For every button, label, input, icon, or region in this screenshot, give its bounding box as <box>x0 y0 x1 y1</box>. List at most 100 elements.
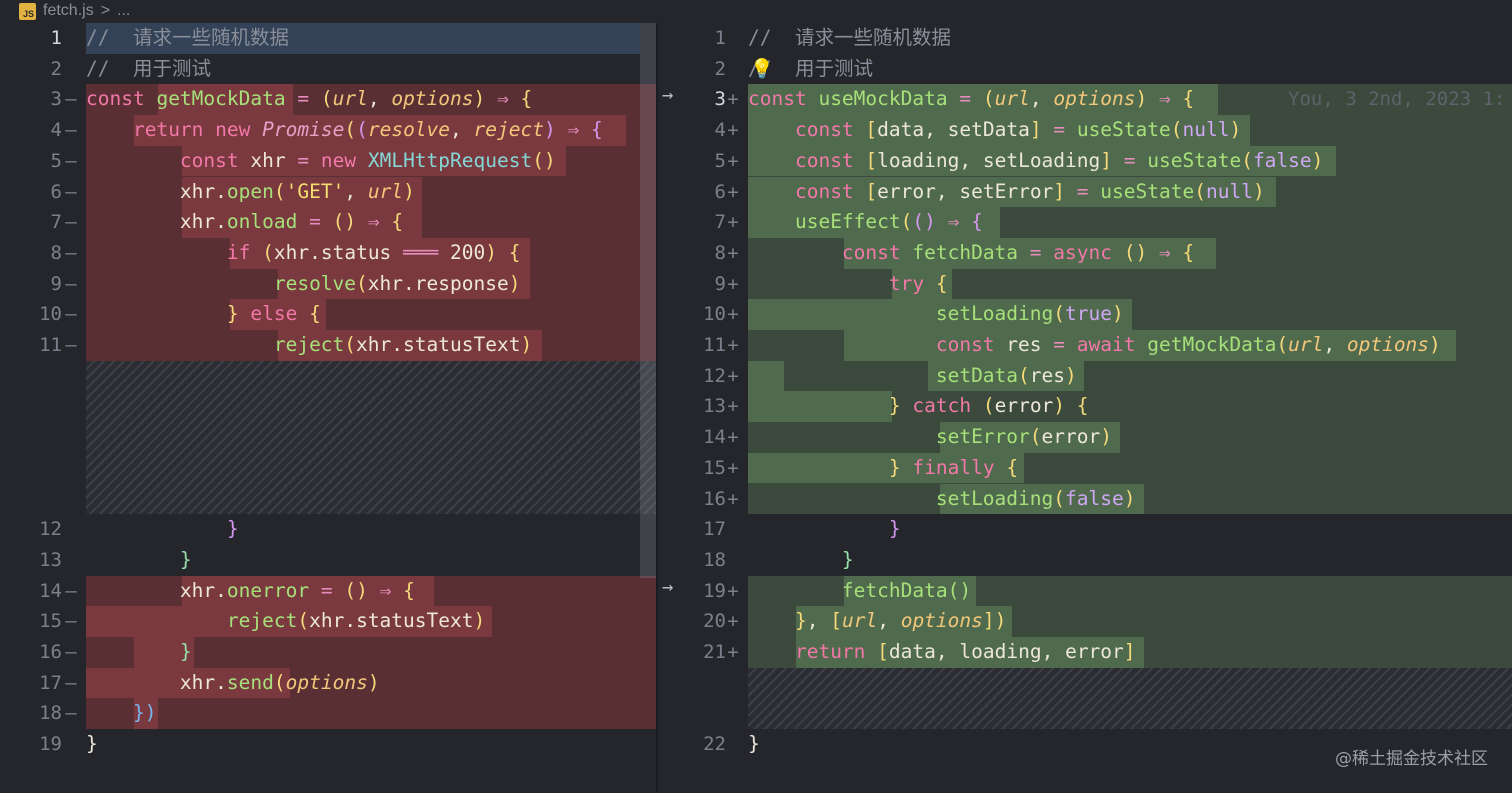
code-text[interactable]: return new Promise((resolve, reject) ⇒ { <box>86 115 603 146</box>
diff-marker: — <box>65 88 77 111</box>
code-line-added[interactable]: 6 + const [error, setError] = useState(nu… <box>658 177 1512 208</box>
code-line-deleted[interactable]: 18— }) <box>0 698 656 729</box>
code-line-deleted[interactable]: 11— reject(xhr.statusText) <box>0 330 656 361</box>
code-line-deleted[interactable]: 7— xhr.onload = () ⇒ { <box>0 207 656 238</box>
code-text[interactable]: useEffect(() ⇒ { <box>748 207 983 238</box>
code-line-added[interactable]: 8 + const fetchData = async () ⇒ { <box>658 238 1512 269</box>
code-line-added[interactable]: 15 + } finally { <box>658 453 1512 484</box>
code-text[interactable]: }, [url, options]) <box>748 606 1006 637</box>
code-text[interactable]: xhr.send(options) <box>86 668 380 699</box>
code-text[interactable]: // 请求一些随机数据 <box>86 23 289 54</box>
code-line-deleted[interactable]: 14— xhr.onerror = () ⇒ { <box>0 576 656 607</box>
lightbulb-icon[interactable]: 💡 <box>750 54 774 85</box>
code-text[interactable]: reject(xhr.statusText) <box>86 606 485 637</box>
line-number: 1 <box>714 27 726 49</box>
line-number: 15 <box>703 456 726 479</box>
code-text[interactable]: const xhr = new XMLHttpRequest() <box>86 146 556 177</box>
diff-marker: — <box>65 180 77 203</box>
code-text[interactable]: } <box>748 729 760 760</box>
code-line-added[interactable]: 10 + setLoading(true) <box>658 299 1512 330</box>
code-line-added[interactable]: 14 + setError(error) <box>658 422 1512 453</box>
code-text[interactable]: if (xhr.status ═══ 200) { <box>86 238 521 269</box>
diff-left-pane[interactable]: 1 // 请求一些随机数据 2 // 用于测试 3— const getMock… <box>0 23 656 793</box>
code-text[interactable]: reject(xhr.statusText) <box>86 330 532 361</box>
code-line-added[interactable]: → 3 + const useMockData = (url, options) … <box>658 84 1512 115</box>
code-line[interactable]: 1 // 请求一些随机数据 <box>658 23 1512 54</box>
left-scrollbar[interactable] <box>640 23 656 578</box>
line-number: 18 <box>703 548 726 571</box>
code-text[interactable]: // 请求一些随机数据 <box>748 23 951 54</box>
code-line-deleted[interactable]: 9— resolve(xhr.response) <box>0 269 656 300</box>
code-text[interactable]: } <box>86 545 192 576</box>
code-line-added[interactable]: 4 + const [data, setData] = useState(null… <box>658 115 1512 146</box>
code-line-added[interactable]: 20 + }, [url, options]) <box>658 606 1512 637</box>
code-line[interactable]: 18 } <box>658 545 1512 576</box>
code-line-added[interactable]: 5 + const [loading, setLoading] = useStat… <box>658 146 1512 177</box>
code-text[interactable]: return [data, loading, error] <box>748 637 1136 668</box>
code-text[interactable]: } <box>748 514 901 545</box>
git-blame-annotation[interactable]: You, 3 2nd, 2023 1: <box>1288 84 1505 115</box>
code-line-deleted[interactable]: 15— reject(xhr.statusText) <box>0 606 656 637</box>
code-line-deleted[interactable]: 16— } <box>0 637 656 668</box>
code-line[interactable]: 2 // 用于测试 💡 <box>658 54 1512 85</box>
line-number: 2 <box>714 57 726 80</box>
diff-marker: + <box>727 180 739 203</box>
code-text[interactable]: const getMockData = (url, options) ⇒ { <box>86 84 532 115</box>
code-text[interactable]: const res = await getMockData(url, optio… <box>748 330 1441 361</box>
code-text[interactable]: } <box>86 514 239 545</box>
code-line[interactable]: 19 } <box>0 729 656 760</box>
code-line-added[interactable]: 11 + const res = await getMockData(url, o… <box>658 330 1512 361</box>
code-text[interactable]: const [loading, setLoading] = useState(f… <box>748 146 1323 177</box>
code-line-added[interactable]: 21 + return [data, loading, error] <box>658 637 1512 668</box>
breadcrumb-file[interactable]: fetch.js <box>43 2 94 20</box>
code-text[interactable]: setLoading(false) <box>748 484 1136 515</box>
code-text[interactable]: } else { <box>86 299 321 330</box>
code-text[interactable]: } <box>86 637 192 668</box>
code-line[interactable]: 13 } <box>0 545 656 576</box>
code-line-added[interactable]: 7 + useEffect(() ⇒ { <box>658 207 1512 238</box>
code-line-deleted[interactable]: 8— if (xhr.status ═══ 200) { <box>0 238 656 269</box>
code-text[interactable]: // 用于测试 <box>86 54 211 85</box>
breadcrumb-ellipsis[interactable]: ... <box>117 2 130 20</box>
code-text[interactable]: xhr.onerror = () ⇒ { <box>86 576 415 607</box>
code-text[interactable]: fetchData() <box>748 576 971 607</box>
code-line-deleted[interactable]: 4— return new Promise((resolve, reject) … <box>0 115 656 146</box>
code-text[interactable]: xhr.onload = () ⇒ { <box>86 207 403 238</box>
code-text[interactable]: }) <box>86 698 157 729</box>
code-text[interactable]: } <box>86 729 98 760</box>
diff-right-pane[interactable]: 1 // 请求一些随机数据 2 // 用于测试 💡 → 3 + const use… <box>658 23 1512 793</box>
line-number: 13 <box>703 395 726 418</box>
code-line[interactable]: 17 } <box>658 514 1512 545</box>
code-text[interactable]: resolve(xhr.response) <box>86 269 521 300</box>
line-number: 16 <box>39 641 62 663</box>
code-line-deleted[interactable]: 5— const xhr = new XMLHttpRequest() <box>0 146 656 177</box>
code-text[interactable]: setError(error) <box>748 422 1112 453</box>
code-text[interactable]: } finally { <box>748 453 1018 484</box>
code-text[interactable]: xhr.open('GET', url) <box>86 177 415 208</box>
code-line-deleted[interactable]: 3— const getMockData = (url, options) ⇒ … <box>0 84 656 115</box>
code-line-added[interactable]: 13 + } catch (error) { <box>658 391 1512 422</box>
code-line-deleted[interactable]: 6— xhr.open('GET', url) <box>0 177 656 208</box>
code-line-added[interactable]: 16 + setLoading(false) <box>658 484 1512 515</box>
code-line-added[interactable]: 9 + try { <box>658 269 1512 300</box>
code-line-deleted[interactable]: 10— } else { <box>0 299 656 330</box>
code-text[interactable]: } catch (error) { <box>748 391 1089 422</box>
code-text[interactable]: setData(res) <box>748 361 1077 392</box>
code-line-added[interactable]: → 19 + fetchData() <box>658 576 1512 607</box>
code-line-deleted[interactable]: 17— xhr.send(options) <box>0 668 656 699</box>
code-line-added[interactable]: 12 + setData(res) <box>658 361 1512 392</box>
code-text[interactable]: const fetchData = async () ⇒ { <box>748 238 1194 269</box>
code-text[interactable]: const [data, setData] = useState(null) <box>748 115 1241 146</box>
code-text[interactable]: } <box>748 545 854 576</box>
code-line[interactable]: 2 // 用于测试 <box>0 54 656 85</box>
code-text[interactable]: try { <box>748 269 948 300</box>
code-text[interactable]: const useMockData = (url, options) ⇒ { <box>748 84 1194 115</box>
code-line[interactable]: 12 } <box>0 514 656 545</box>
line-number: 8 <box>50 241 62 264</box>
code-line[interactable]: 1 // 请求一些随机数据 <box>0 23 656 54</box>
code-text[interactable]: const [error, setError] = useState(null) <box>748 177 1265 208</box>
code-text[interactable]: setLoading(true) <box>748 299 1124 330</box>
diff-marker: + <box>727 88 739 111</box>
diff-marker: + <box>727 272 739 295</box>
line-number: 1 <box>50 27 62 49</box>
